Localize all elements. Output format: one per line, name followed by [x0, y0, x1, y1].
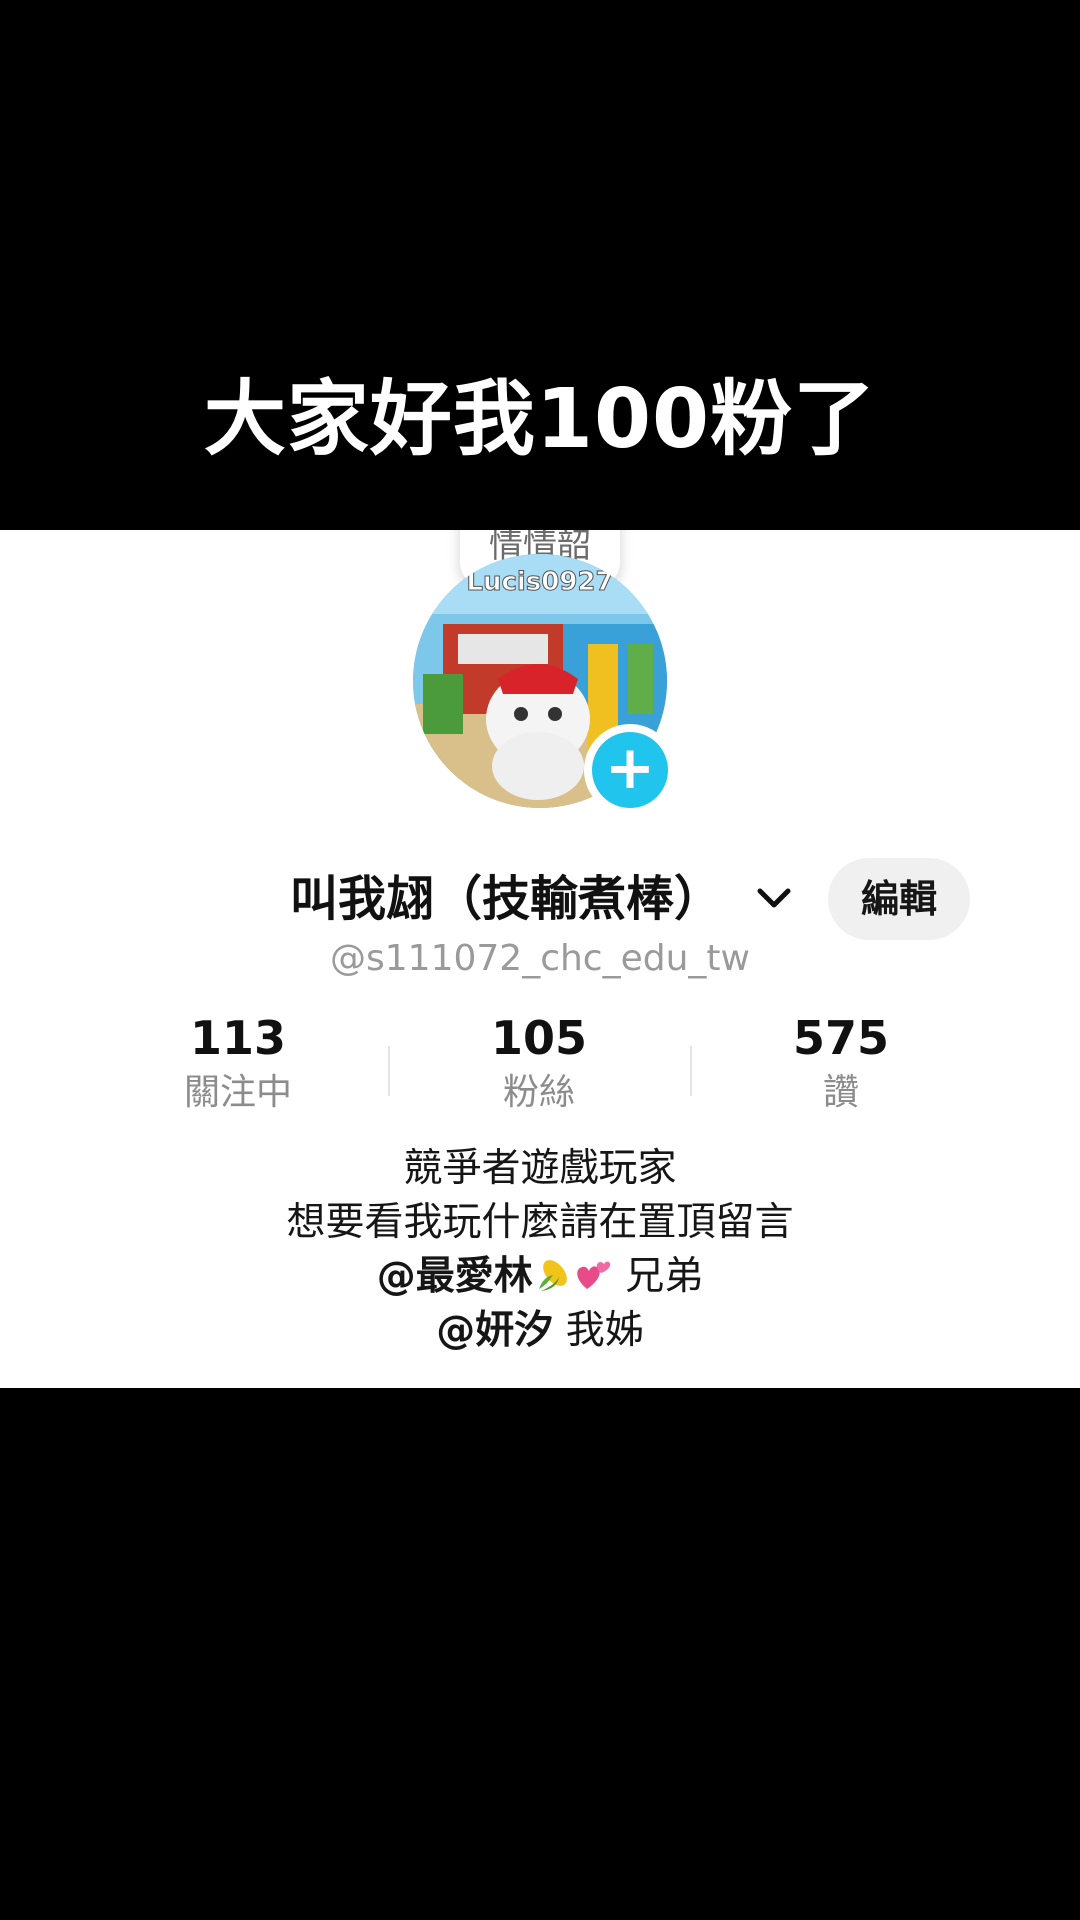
edit-profile-button[interactable]: 編輯	[828, 858, 970, 940]
profile-handle: @s111072_chc_edu_tw	[330, 938, 750, 979]
plus-icon: +	[592, 732, 668, 808]
profile-name: 叫我翃（技輸煮棒）	[290, 871, 723, 927]
stat-followers[interactable]: 105 粉絲	[389, 1006, 689, 1116]
corn-emoji-icon	[538, 1260, 567, 1291]
svg-text:Lucis0927: Lucis0927	[466, 567, 613, 597]
profile-bio: 競爭者遊戲玩家 想要看我玩什麼請在置頂留言 @最愛林 兄弟 @妍汐 我姊	[0, 1142, 1080, 1358]
video-caption: 大家好我100粉了	[203, 372, 877, 467]
likes-count: 575	[792, 1011, 890, 1065]
video-frame: 大家好我100粉了 情情韶 Lucis0927 + 叫我翃（技輸煮棒） 編輯 @…	[0, 0, 1080, 1920]
following-count: 113	[189, 1011, 287, 1065]
bio-mention-link[interactable]: @妍汐	[436, 1308, 553, 1353]
stat-following[interactable]: 113 關注中	[88, 1006, 388, 1116]
bio-mention-link[interactable]: @最愛林	[377, 1254, 533, 1299]
bio-line-2: 想要看我玩什麼請在置頂留言	[286, 1200, 794, 1245]
stats-row: 113 關注中 105 粉絲 575 讚	[0, 1006, 1080, 1126]
bio-line-4-suffix: 我姊	[565, 1308, 644, 1353]
profile-card: 情情韶 Lucis0927 + 叫我翃（技輸煮棒） 編輯 @s111072_ch…	[0, 530, 1080, 1388]
bio-line-4: @妍汐 我姊	[0, 1304, 1080, 1358]
add-story-button[interactable]: +	[584, 724, 676, 816]
following-label: 關注中	[183, 1072, 292, 1113]
two-hearts-emoji-icon	[577, 1261, 610, 1289]
name-row: 叫我翃（技輸煮棒） 編輯	[0, 858, 1080, 942]
stat-likes[interactable]: 575 讚	[691, 1006, 991, 1116]
followers-count: 105	[490, 1011, 588, 1065]
bio-line-3-suffix: 兄弟	[625, 1254, 704, 1299]
bio-line-1: 競爭者遊戲玩家	[403, 1146, 677, 1191]
bio-line-3: @最愛林 兄弟	[0, 1250, 1080, 1304]
chevron-down-icon[interactable]	[752, 876, 796, 920]
followers-label: 粉絲	[502, 1072, 575, 1113]
likes-label: 讚	[822, 1072, 859, 1113]
